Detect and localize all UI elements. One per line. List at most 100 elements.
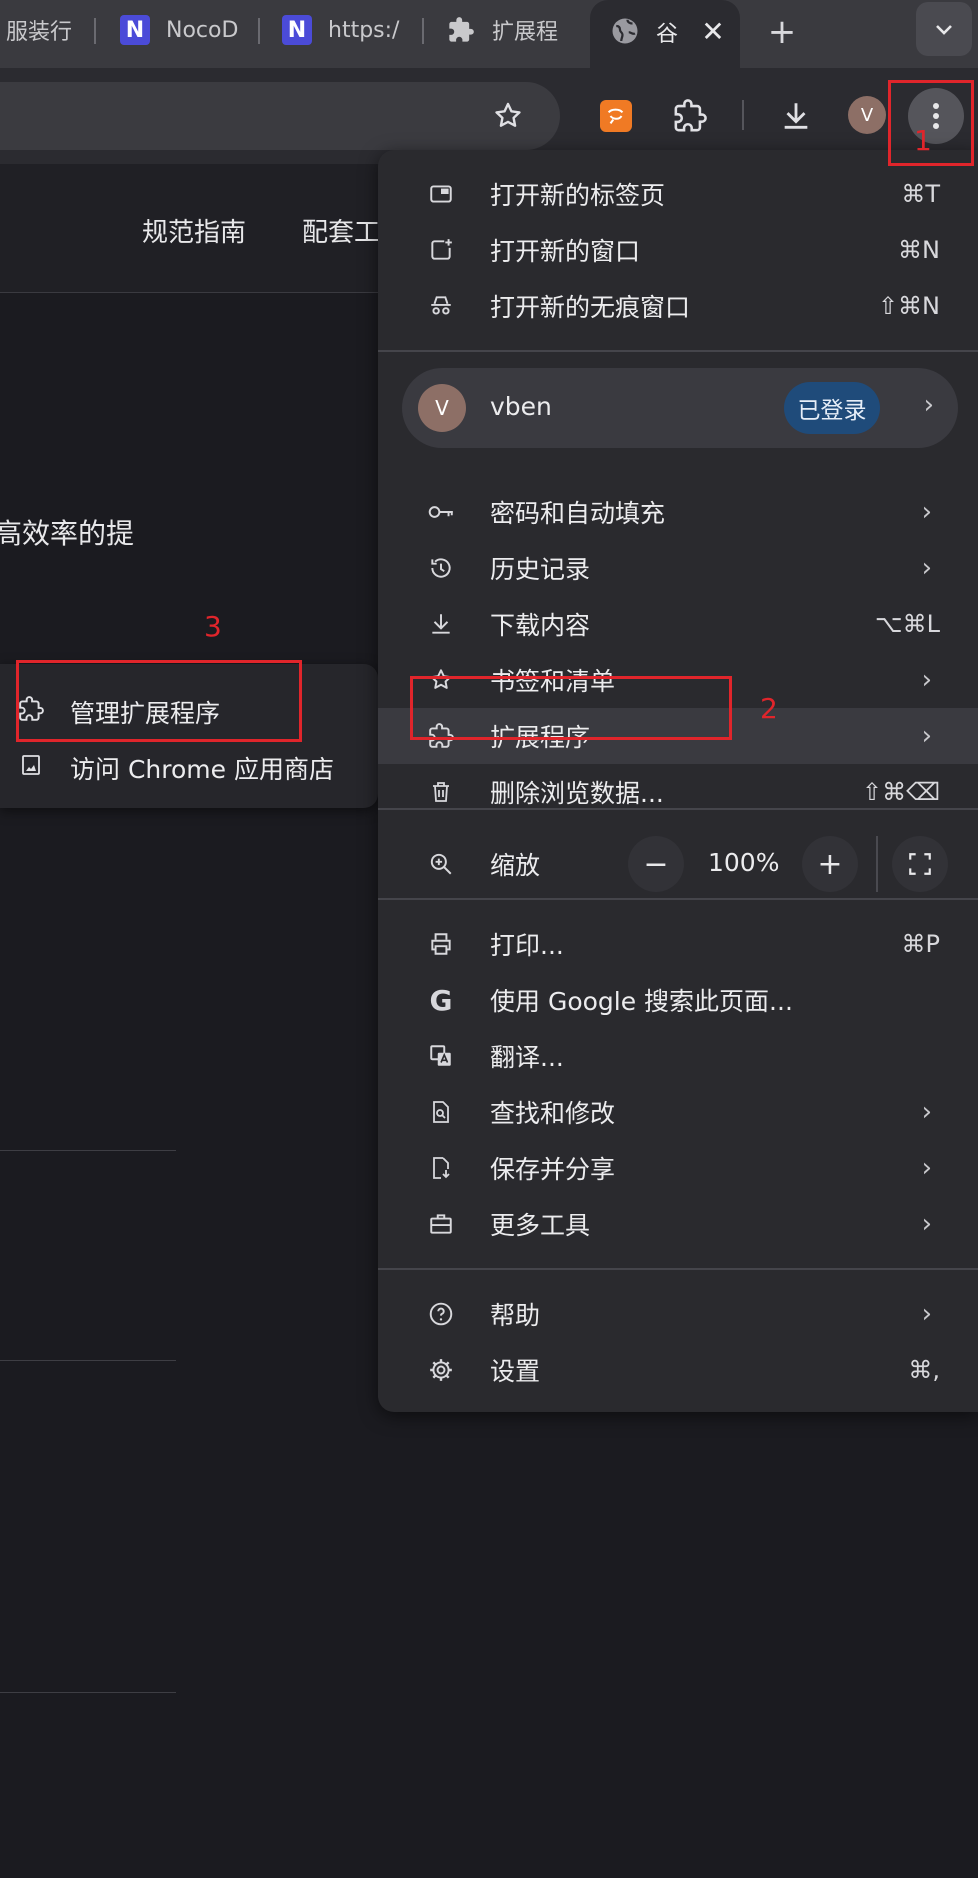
menu-separator xyxy=(378,350,978,352)
menu-item-shortcut: ⌘T xyxy=(901,180,940,208)
zoom-label: 缩放 xyxy=(490,851,541,880)
menu-item-zoom: 缩放 − 100% + xyxy=(378,826,978,902)
store-icon xyxy=(16,750,46,780)
menu-item-shortcut: ⌘N xyxy=(898,236,940,264)
key-icon xyxy=(426,497,456,527)
menu-item-settings[interactable]: 设置 ⌘, xyxy=(378,1342,978,1398)
history-icon xyxy=(426,553,456,583)
menu-separator xyxy=(378,808,978,810)
menu-item-label: 打开新的标签页 xyxy=(490,181,666,210)
submenu-item-label: 访问 Chrome 应用商店 xyxy=(70,755,334,784)
new-tab-plus-icon[interactable]: + xyxy=(762,12,802,52)
menu-item-label: 打开新的窗口 xyxy=(490,237,641,266)
new-window-icon xyxy=(426,235,456,265)
profile-name: vben xyxy=(490,392,552,421)
menu-item-new-tab[interactable]: 打开新的标签页 ⌘T xyxy=(378,166,978,222)
tab-separator xyxy=(258,18,260,44)
menu-item-shortcut: ⇧⌘⌫ xyxy=(861,778,940,806)
menu-item-label: 设置 xyxy=(490,1357,541,1386)
divider xyxy=(0,1150,176,1151)
menu-item-help[interactable]: 帮助 › xyxy=(378,1286,978,1342)
zoom-in-button[interactable]: + xyxy=(802,836,858,892)
menu-item-label: 更多工具 xyxy=(490,1211,591,1240)
nav-link-guide[interactable]: 规范指南 xyxy=(142,212,246,249)
menu-item-find-edit[interactable]: 查找和修改 › xyxy=(378,1084,978,1140)
tab-label: 扩展程 xyxy=(492,20,559,45)
page-snippet-text: 高效率的提 xyxy=(0,517,135,550)
menu-item-new-window[interactable]: 打开新的窗口 ⌘N xyxy=(378,222,978,278)
menu-item-label: 下载内容 xyxy=(490,611,591,640)
menu-item-label: 帮助 xyxy=(490,1301,541,1330)
menu-item-passwords[interactable]: 密码和自动填充 › xyxy=(378,484,978,540)
download-icon xyxy=(426,609,456,639)
chevron-right-icon: › xyxy=(921,553,932,583)
zoom-out-button[interactable]: − xyxy=(628,836,684,892)
menu-item-more-tools[interactable]: 更多工具 › xyxy=(378,1196,978,1252)
menu-item-shortcut: ⌥⌘L xyxy=(874,610,940,638)
tab-label: 服装行 xyxy=(6,20,73,45)
tab-2[interactable]: N NocoD xyxy=(120,10,260,50)
menu-item-downloads[interactable]: 下载内容 ⌥⌘L xyxy=(378,596,978,652)
tab-search-chevron-icon[interactable] xyxy=(916,2,972,56)
chevron-right-icon: › xyxy=(921,497,932,527)
toolbar-divider xyxy=(742,100,744,130)
tab-3[interactable]: N https:/ xyxy=(282,10,424,50)
menu-item-history[interactable]: 历史记录 › xyxy=(378,540,978,596)
menu-item-label: 翻译... xyxy=(490,1043,564,1072)
download-icon[interactable] xyxy=(776,96,816,136)
chevron-right-icon: › xyxy=(923,390,934,420)
profile-row[interactable]: V vben 已登录 › xyxy=(402,368,958,448)
menu-item-clear-data[interactable]: 删除浏览数据... ⇧⌘⌫ xyxy=(378,764,978,820)
chevron-right-icon: › xyxy=(921,1209,932,1239)
menu-item-google-search[interactable]: G 使用 Google 搜索此页面... xyxy=(378,972,978,1028)
menu-item-translate[interactable]: 翻译... xyxy=(378,1028,978,1084)
submenu-item-chrome-store[interactable]: 访问 Chrome 应用商店 xyxy=(0,740,378,790)
menu-item-save-share[interactable]: 保存并分享 › xyxy=(378,1140,978,1196)
incognito-icon xyxy=(426,291,456,321)
chevron-right-icon: › xyxy=(921,1097,932,1127)
menu-item-label: 删除浏览数据... xyxy=(490,779,664,808)
zoom-icon xyxy=(426,849,456,879)
nocodb-logo-icon: N xyxy=(282,15,312,45)
address-bar[interactable] xyxy=(0,82,560,150)
trash-icon xyxy=(426,777,456,807)
menu-item-shortcut: ⇧⌘N xyxy=(877,292,940,320)
menu-item-shortcut: ⌘, xyxy=(908,1356,940,1384)
puzzle-icon xyxy=(446,15,476,45)
tab-label: 谷 xyxy=(656,22,679,47)
divider xyxy=(0,1692,176,1693)
chevron-right-icon: › xyxy=(921,1153,932,1183)
menu-item-print[interactable]: 打印... ⌘P xyxy=(378,916,978,972)
tab-1[interactable]: 服装行 xyxy=(0,10,96,50)
menu-item-label: 使用 Google 搜索此页面... xyxy=(490,987,793,1016)
close-icon[interactable]: ✕ xyxy=(696,14,730,48)
nav-link-tools[interactable]: 配套工 xyxy=(302,212,380,249)
tab-label: https:/ xyxy=(328,17,400,43)
profile-avatar[interactable]: V xyxy=(848,96,886,134)
fullscreen-icon[interactable] xyxy=(892,836,948,892)
tab-strip: 服装行 N NocoD N https:/ 扩展程 谷 ✕ + xyxy=(0,0,978,68)
bookmark-star-icon[interactable] xyxy=(490,98,526,134)
extension-logo-icon[interactable] xyxy=(600,100,632,132)
nocodb-logo-icon: N xyxy=(120,15,150,45)
menu-item-label: 查找和修改 xyxy=(490,1099,616,1128)
settings-icon xyxy=(426,1355,456,1385)
annotation-box-3 xyxy=(16,660,302,742)
menu-item-label: 密码和自动填充 xyxy=(490,499,666,528)
menu-separator xyxy=(378,1268,978,1270)
translate-icon xyxy=(426,1041,456,1071)
google-icon: G xyxy=(429,983,453,1017)
menu-item-incognito[interactable]: 打开新的无痕窗口 ⇧⌘N xyxy=(378,278,978,334)
menu-separator xyxy=(378,898,978,900)
chevron-right-icon: › xyxy=(921,1299,932,1329)
new-tab-icon xyxy=(426,179,456,209)
tab-4[interactable]: 扩展程 xyxy=(446,10,582,50)
menu-item-label: 历史记录 xyxy=(490,555,591,584)
chevron-right-icon: › xyxy=(921,721,932,751)
tab-5-active[interactable]: 谷 ✕ xyxy=(590,0,740,68)
tab-label: NocoD xyxy=(166,17,239,43)
profile-avatar: V xyxy=(418,384,466,432)
extensions-puzzle-icon[interactable] xyxy=(670,96,710,136)
chevron-right-icon: › xyxy=(921,665,932,695)
tab-separator xyxy=(94,18,96,44)
